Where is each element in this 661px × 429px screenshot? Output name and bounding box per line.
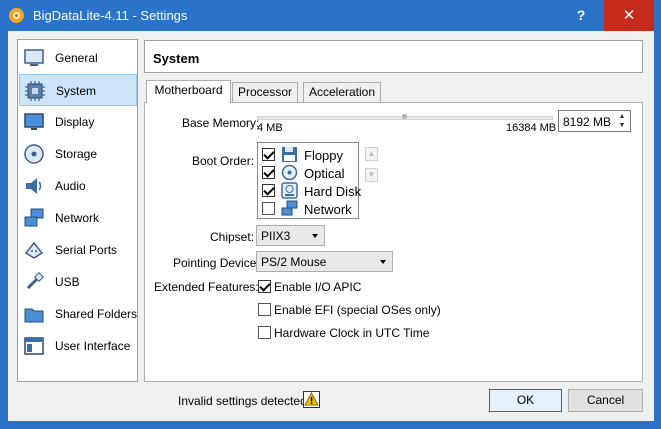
memory-min-label: 4 MB: [257, 122, 283, 134]
shared-folders-icon: [24, 308, 44, 323]
spin-down-icon[interactable]: ▼: [615, 121, 629, 130]
display-icon: [24, 113, 44, 130]
warning-icon[interactable]: [303, 391, 320, 408]
sidebar-item-storage[interactable]: Storage: [19, 138, 137, 170]
audio-icon: [26, 178, 42, 194]
settings-sidebar: General System Display Storage Audio Net…: [17, 39, 138, 382]
sidebar-item-label: Display: [55, 115, 95, 129]
floppy-icon: [282, 147, 297, 162]
hardware-clock-utc-label: Hardware Clock in UTC Time: [274, 326, 430, 340]
gear-app-icon: [9, 8, 24, 23]
tab-acceleration[interactable]: Acceleration: [303, 82, 381, 103]
sidebar-item-display[interactable]: Display: [19, 106, 137, 138]
sidebar-item-label: Shared Folders: [55, 307, 138, 321]
help-button[interactable]: ?: [558, 0, 604, 31]
sidebar-item-general[interactable]: General: [19, 42, 137, 74]
move-down-button[interactable]: ▼: [365, 168, 378, 182]
sidebar-item-label: Audio: [55, 179, 86, 193]
boot-item-label: Floppy: [304, 148, 344, 163]
page-header: System: [144, 40, 643, 73]
cancel-button[interactable]: Cancel: [568, 389, 643, 412]
system-icon: [25, 81, 45, 101]
window-title: BigDataLite-4.11 - Settings: [33, 8, 188, 23]
list-item[interactable]: Floppy: [260, 146, 356, 164]
user-interface-icon: [24, 337, 44, 355]
chipset-label: Chipset:: [210, 230, 255, 244]
spin-buttons: ▲ ▼: [615, 112, 629, 130]
usb-icon: [26, 272, 44, 290]
chevron-down-icon: [312, 234, 318, 238]
enable-io-apic-label: Enable I/O APIC: [274, 280, 362, 294]
enable-io-apic-option[interactable]: Enable I/O APIC: [258, 279, 388, 295]
tab-motherboard[interactable]: Motherboard: [146, 80, 231, 103]
boot-floppy-checkbox[interactable]: [262, 148, 275, 161]
boot-order-list: Floppy Optical Hard Disk Network: [257, 142, 361, 219]
serial-ports-icon: [24, 241, 44, 259]
list-item[interactable]: Hard Disk: [260, 182, 361, 200]
sidebar-item-label: General: [55, 51, 98, 65]
chevron-down-icon: [380, 260, 386, 264]
enable-efi-label: Enable EFI (special OSes only): [274, 303, 441, 317]
sidebar-item-network[interactable]: Network: [19, 202, 137, 234]
pointing-device-value: PS/2 Mouse: [261, 255, 327, 269]
sidebar-item-label: User Interface: [55, 339, 131, 353]
close-button[interactable]: ✕: [604, 0, 654, 31]
chipset-dropdown[interactable]: PIIX3: [256, 225, 325, 246]
boot-order-label: Boot Order:: [192, 154, 255, 168]
hardware-clock-utc-checkbox[interactable]: [258, 326, 271, 339]
sidebar-item-user-interface[interactable]: User Interface: [19, 330, 137, 362]
sidebar-item-label: USB: [55, 275, 80, 289]
optical-icon: [281, 164, 298, 181]
boot-hard-disk-checkbox[interactable]: [262, 184, 275, 197]
boot-item-label: Optical: [304, 166, 345, 181]
enable-efi-checkbox[interactable]: [258, 303, 271, 316]
sidebar-item-usb[interactable]: USB: [19, 266, 137, 298]
hard-disk-icon: [281, 182, 298, 199]
sidebar-item-system[interactable]: System: [19, 74, 137, 106]
sidebar-item-label: Serial Ports: [55, 243, 118, 257]
extended-features-label: Extended Features:: [154, 280, 259, 294]
enable-io-apic-checkbox[interactable]: [258, 280, 271, 293]
base-memory-label: Base Memory:: [182, 116, 260, 130]
base-memory-value: 8192 MB: [563, 115, 612, 129]
move-up-button[interactable]: ▲: [365, 147, 378, 161]
sidebar-item-audio[interactable]: Audio: [19, 170, 137, 202]
list-item[interactable]: Optical: [260, 164, 356, 182]
window-frame-right: [654, 31, 661, 429]
memory-max-label: 16384 MB: [506, 122, 557, 134]
enable-efi-option[interactable]: Enable EFI (special OSes only): [258, 302, 441, 318]
spin-up-icon[interactable]: ▲: [615, 112, 629, 121]
window-frame-bottom: [0, 421, 661, 429]
sidebar-item-label: System: [56, 84, 97, 98]
storage-icon: [24, 144, 44, 164]
ok-button[interactable]: OK: [489, 389, 562, 412]
page-title: System: [153, 51, 200, 66]
hardware-clock-utc-option[interactable]: Hardware Clock in UTC Time: [258, 325, 430, 341]
boot-optical-checkbox[interactable]: [262, 166, 275, 179]
status-message: Invalid settings detected: [178, 394, 307, 408]
sidebar-item-shared-folders[interactable]: Shared Folders: [19, 298, 137, 330]
chipset-value: PIIX3: [261, 229, 291, 243]
list-item[interactable]: Network: [260, 200, 356, 218]
base-memory-slider-handle[interactable]: [402, 114, 407, 119]
network-icon: [24, 208, 44, 227]
base-memory-spinbox[interactable]: 8192 MB ▲ ▼: [558, 110, 631, 132]
pointing-device-label: Pointing Device:: [173, 256, 260, 270]
boot-network-checkbox[interactable]: [262, 202, 275, 215]
tab-processor[interactable]: Processor: [232, 82, 298, 103]
network-icon: [281, 200, 298, 216]
sidebar-item-label: Network: [55, 211, 100, 225]
window-frame-left: [0, 31, 8, 429]
sidebar-item-serial-ports[interactable]: Serial Ports: [19, 234, 137, 266]
general-icon: [24, 49, 44, 66]
title-bar: BigDataLite-4.11 - Settings ? ✕: [0, 0, 661, 31]
boot-item-label: Hard Disk: [304, 184, 362, 199]
sidebar-item-label: Storage: [55, 147, 98, 161]
boot-item-label: Network: [304, 202, 352, 217]
pointing-device-dropdown[interactable]: PS/2 Mouse: [256, 251, 393, 272]
